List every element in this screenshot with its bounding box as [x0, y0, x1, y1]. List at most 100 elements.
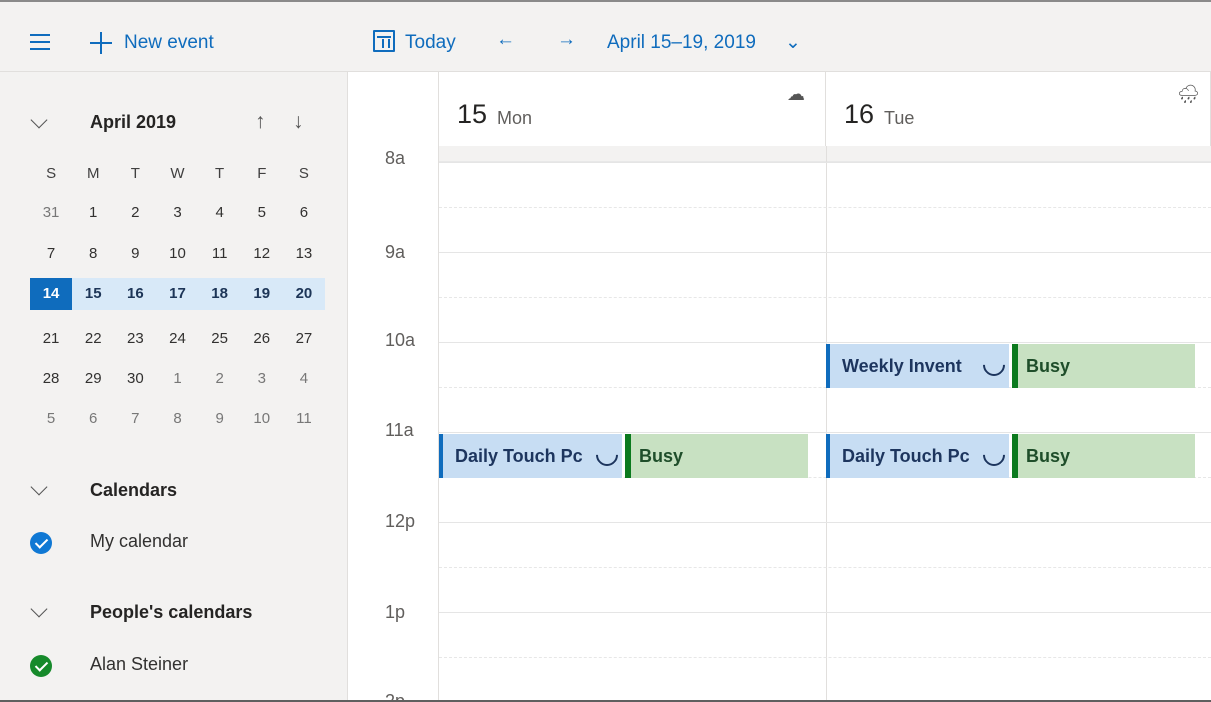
calendar-item-alan-steiner[interactable]: Alan Steiner	[0, 650, 348, 682]
collapse-chevron-icon[interactable]	[30, 600, 48, 618]
day-cell[interactable]: 27	[283, 323, 325, 355]
day-cell[interactable]: 8	[72, 238, 114, 270]
peoples-calendars-section-header[interactable]: People's calendars	[0, 598, 348, 630]
day-cell[interactable]: 5	[241, 197, 283, 229]
day-cell[interactable]: 9	[114, 238, 156, 270]
mini-calendar-week: 28 29 30 1 2 3 4	[30, 363, 325, 395]
date-range-dropdown[interactable]: April 15–19, 2019	[607, 32, 756, 54]
day-cell[interactable]: 7	[114, 403, 156, 435]
day-cell[interactable]: 26	[241, 323, 283, 355]
day-cell[interactable]: 8	[156, 403, 198, 435]
day-cell[interactable]: 5	[30, 403, 72, 435]
day-cell[interactable]: 6	[283, 197, 325, 229]
day-cell[interactable]: 3	[156, 197, 198, 229]
day-number: 16	[844, 99, 875, 129]
day-cell[interactable]: 4	[283, 363, 325, 395]
recurring-icon	[978, 349, 1009, 381]
hour-gridline	[439, 522, 1211, 523]
day-cell[interactable]: 12	[241, 238, 283, 270]
mini-calendar-week: 31 1 2 3 4 5 6	[30, 197, 325, 229]
my-calendar-label[interactable]: My calendar	[90, 531, 188, 552]
event-weekly-inventory-tuesday[interactable]: Weekly Invent	[826, 344, 1009, 388]
collapse-chevron-icon[interactable]	[30, 111, 48, 129]
day-cell[interactable]: 22	[72, 323, 114, 355]
day-cell[interactable]: 1	[156, 363, 198, 395]
day-cell[interactable]: 1	[72, 197, 114, 229]
day-cell[interactable]: 18	[199, 278, 241, 310]
day-cell[interactable]: 31	[30, 197, 72, 229]
event-daily-touch-monday[interactable]: Daily Touch Pc	[439, 434, 622, 478]
day-name: Mon	[497, 108, 533, 128]
hamburger-menu-icon[interactable]	[30, 34, 50, 50]
selected-week[interactable]: 14 15 16 17 18 19 20	[30, 278, 325, 310]
next-month-icon[interactable]: ↓	[293, 110, 304, 134]
day-header-monday[interactable]: 15 Mon ☁	[439, 72, 826, 146]
day-cell[interactable]: 4	[199, 197, 241, 229]
time-label: 8a	[385, 148, 406, 168]
day-cell[interactable]: 10	[241, 403, 283, 435]
chevron-down-icon[interactable]: ⌄	[785, 31, 801, 54]
calendar-today-icon[interactable]	[373, 30, 395, 52]
weekday-label: S	[46, 164, 57, 182]
day-cell[interactable]: 20	[283, 278, 325, 310]
all-day-row[interactable]	[439, 146, 1211, 162]
today-button[interactable]: Today	[405, 32, 456, 54]
day-cell[interactable]: 15	[72, 278, 114, 310]
day-cell[interactable]: 11	[283, 403, 325, 435]
day-cell[interactable]: 29	[72, 363, 114, 395]
previous-month-icon[interactable]: ↑	[255, 110, 266, 134]
calendars-title: Calendars	[90, 480, 178, 500]
day-cell[interactable]: 24	[156, 323, 198, 355]
day-cell[interactable]: 21	[30, 323, 72, 355]
day-cell[interactable]: 16	[114, 278, 156, 310]
calendars-section-header[interactable]: Calendars	[0, 476, 348, 508]
day-cell[interactable]: 9	[199, 403, 241, 435]
half-hour-gridline	[439, 657, 1211, 658]
time-label: 1p	[385, 602, 406, 622]
day-header-tuesday[interactable]: 16 Tue 🌧	[826, 72, 1211, 146]
peoples-calendars-title: People's calendars	[90, 602, 253, 622]
half-hour-gridline	[439, 207, 1211, 208]
weather-rain-icon: 🌧	[1177, 84, 1200, 104]
back-arrow-icon[interactable]: ←	[496, 29, 515, 51]
checkmark-icon[interactable]	[30, 655, 52, 677]
hour-gridline	[439, 252, 1211, 253]
day-cell[interactable]: 7	[30, 238, 72, 270]
day-cell[interactable]: 25	[199, 323, 241, 355]
day-cell[interactable]: 3	[241, 363, 283, 395]
day-cell[interactable]: 2	[114, 197, 156, 229]
left-sidebar: April 2019 ↑ ↓ S M T W T F S 31 1 2 3 4 5 6 78…	[0, 72, 348, 700]
time-label: 9a	[385, 242, 406, 262]
event-busy-tuesday-1030[interactable]: Busy	[1012, 344, 1195, 388]
day-cell[interactable]: 17	[156, 278, 198, 310]
day-cell[interactable]: 6	[72, 403, 114, 435]
half-hour-gridline	[439, 297, 1211, 298]
weekday-label: T	[130, 164, 140, 182]
checkmark-icon[interactable]	[30, 532, 52, 554]
weekday-label: T	[215, 164, 225, 182]
day-cell[interactable]: 2	[199, 363, 241, 395]
event-daily-touch-tuesday[interactable]: Daily Touch Pc	[826, 434, 1009, 478]
hour-gridline	[439, 612, 1211, 613]
weekday-label: S	[298, 164, 309, 182]
event-busy-tuesday-1130[interactable]: Busy	[1012, 434, 1195, 478]
day-cell[interactable]: 11	[199, 238, 241, 270]
calendar-item-my-calendar[interactable]: My calendar	[0, 527, 348, 559]
new-event-button[interactable]: New event	[124, 32, 214, 54]
event-title: Busy	[639, 445, 684, 466]
day-cell[interactable]: 28	[30, 363, 72, 395]
hour-gridline	[439, 342, 1211, 343]
day-cell[interactable]: 19	[241, 278, 283, 310]
collapse-chevron-icon[interactable]	[30, 478, 48, 496]
forward-arrow-icon[interactable]: →	[557, 29, 576, 51]
alan-steiner-label[interactable]: Alan Steiner	[90, 654, 188, 675]
day-cell[interactable]: 13	[283, 238, 325, 270]
day-cell[interactable]: 23	[114, 323, 156, 355]
today-day-cell[interactable]: 14	[30, 278, 73, 310]
day-cell[interactable]: 10	[156, 238, 198, 270]
event-busy-monday[interactable]: Busy	[625, 434, 808, 478]
hour-gridline	[439, 432, 1211, 433]
plus-icon[interactable]	[90, 32, 112, 54]
day-cell[interactable]: 30	[114, 363, 156, 395]
time-label: 12p	[385, 511, 416, 531]
